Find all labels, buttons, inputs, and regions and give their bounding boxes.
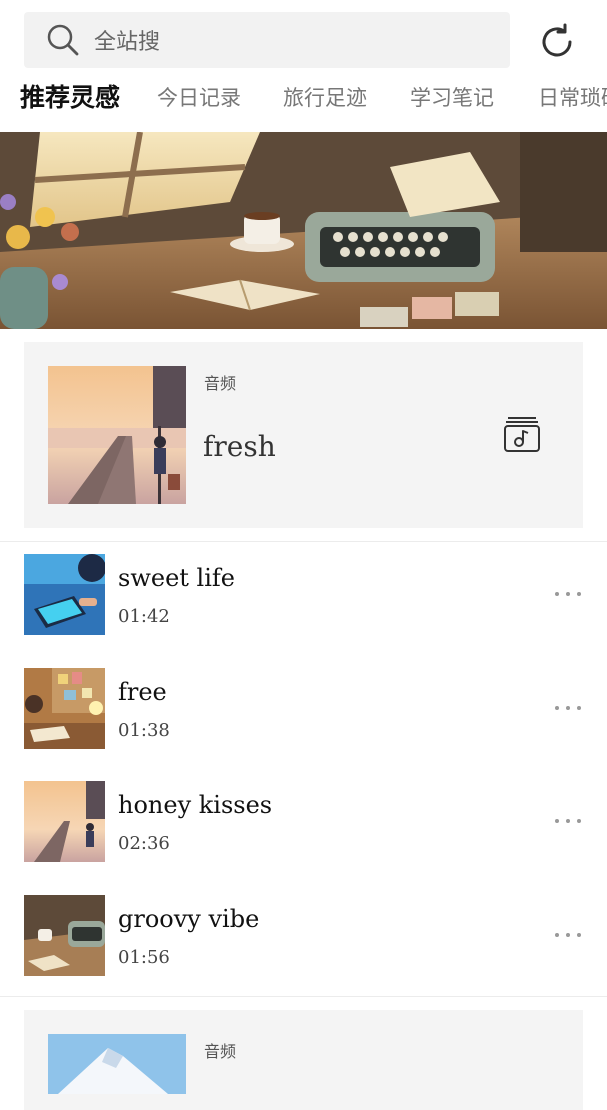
featured-title: fresh xyxy=(203,430,276,463)
featured-audio-card[interactable]: 音频 xyxy=(24,1010,583,1110)
track-thumbnail xyxy=(24,781,105,862)
list-item[interactable]: honey kisses 02:36 xyxy=(0,781,607,881)
search-placeholder: 全站搜 xyxy=(94,30,161,55)
list-item[interactable]: free 01:38 xyxy=(0,668,607,768)
featured-thumbnail xyxy=(48,366,186,504)
track-thumbnail xyxy=(24,554,105,635)
featured-tag: 音频 xyxy=(204,374,237,393)
list-item[interactable]: sweet life 01:42 xyxy=(0,554,607,654)
more-options-icon[interactable] xyxy=(548,925,588,945)
list-item[interactable]: groovy vibe 01:56 xyxy=(0,895,607,995)
tab-daily[interactable]: 日常琐碎 xyxy=(538,82,607,112)
track-duration: 01:38 xyxy=(118,720,170,741)
divider xyxy=(0,996,607,997)
track-duration: 01:56 xyxy=(118,947,170,968)
more-options-icon[interactable] xyxy=(548,698,588,718)
category-tabs: 推荐灵感 今日记录 旅行足迹 学习笔记 日常琐碎 xyxy=(0,78,607,128)
divider xyxy=(0,541,607,542)
featured-thumbnail xyxy=(48,1034,186,1094)
track-title: groovy vibe xyxy=(118,905,260,933)
track-duration: 02:36 xyxy=(118,833,170,854)
featured-audio-card[interactable]: 音频 fresh xyxy=(24,342,583,528)
track-title: free xyxy=(118,678,167,706)
music-playlist-icon[interactable] xyxy=(502,414,542,454)
more-options-icon[interactable] xyxy=(548,811,588,831)
tab-study[interactable]: 学习笔记 xyxy=(410,82,494,112)
top-bar: 全站搜 xyxy=(0,0,607,78)
more-options-icon[interactable] xyxy=(548,584,588,604)
tab-travel[interactable]: 旅行足迹 xyxy=(283,82,367,112)
track-duration: 01:42 xyxy=(118,606,170,627)
featured-tag: 音频 xyxy=(204,1042,237,1061)
track-thumbnail xyxy=(24,668,105,749)
search-input[interactable]: 全站搜 xyxy=(24,12,510,68)
track-thumbnail xyxy=(24,895,105,976)
track-title: honey kisses xyxy=(118,791,273,819)
search-icon xyxy=(46,23,80,57)
tab-recommended[interactable]: 推荐灵感 xyxy=(20,78,120,114)
hero-banner[interactable] xyxy=(0,132,607,329)
refresh-icon xyxy=(537,22,577,62)
tab-today[interactable]: 今日记录 xyxy=(157,82,241,112)
refresh-button[interactable] xyxy=(533,18,581,66)
track-title: sweet life xyxy=(118,564,235,592)
